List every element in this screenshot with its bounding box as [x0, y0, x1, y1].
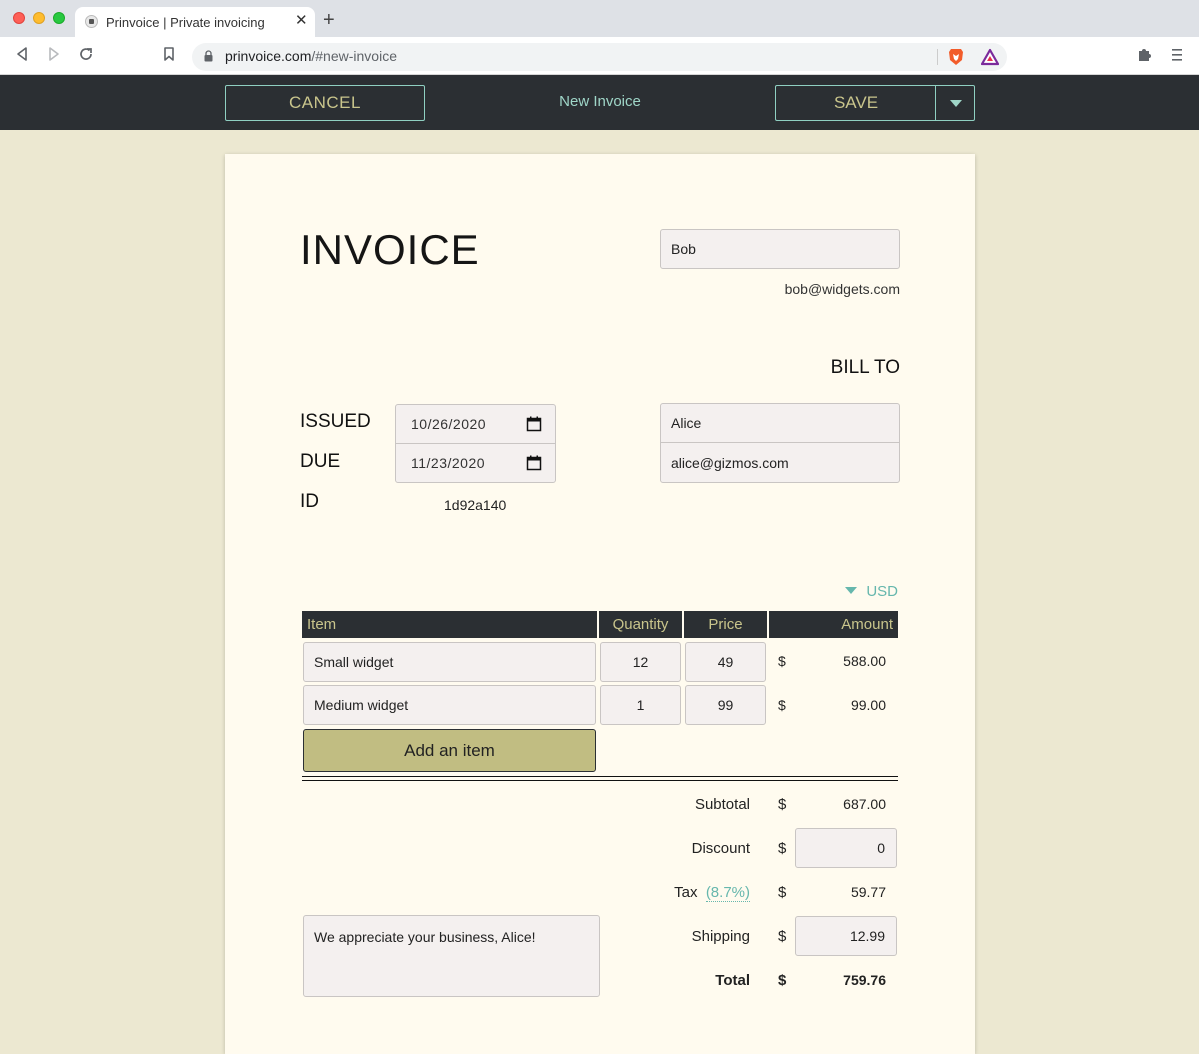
window-close-button[interactable] — [13, 12, 25, 24]
discount-label: Discount — [691, 840, 750, 857]
item-amount: 588.00 — [843, 653, 886, 669]
column-header-item: Item — [302, 611, 597, 638]
currency-symbol: $ — [778, 972, 787, 989]
new-tab-icon[interactable]: + — [323, 10, 335, 30]
sender-name-field[interactable]: Bob — [660, 229, 900, 269]
favicon-icon — [85, 15, 98, 28]
url-text: prinvoice.com/#new-invoice — [225, 48, 397, 64]
browser-toolbar: prinvoice.com/#new-invoice — [0, 37, 1199, 75]
tax-value: 59.77 — [850, 884, 886, 900]
column-header-amount: Amount — [769, 611, 898, 638]
discount-input[interactable]: 0 — [795, 828, 897, 868]
browser-tab[interactable]: Prinvoice | Private invoicing ✕ — [75, 7, 315, 37]
divider — [302, 780, 898, 781]
tab-close-icon[interactable]: ✕ — [295, 13, 308, 29]
id-label: ID — [300, 491, 319, 512]
shipping-label: Shipping — [691, 928, 750, 945]
currency-symbol: $ — [778, 884, 787, 901]
currency-selector[interactable]: USD — [845, 583, 898, 600]
invoice-id: 1d92a140 — [444, 497, 507, 513]
address-bar[interactable]: prinvoice.com/#new-invoice — [192, 43, 1007, 71]
invoice-sheet: INVOICE Bob bob@widgets.com BILL TO ISSU… — [225, 154, 975, 1054]
calendar-icon[interactable] — [526, 416, 542, 432]
divider — [302, 776, 898, 777]
add-item-button[interactable]: Add an item — [303, 729, 596, 772]
bill-to-label: BILL TO — [830, 357, 900, 378]
tax-label: Tax (8.7%) — [674, 884, 750, 902]
issued-label: ISSUED — [300, 411, 371, 432]
subtotal-value: 687.00 — [843, 796, 886, 812]
forward-icon[interactable] — [44, 46, 64, 66]
reload-icon[interactable] — [76, 46, 96, 66]
item-quantity-input[interactable]: 1 — [600, 685, 681, 725]
browser-tab-bar: Prinvoice | Private invoicing ✕ + — [0, 0, 1199, 37]
issued-date-input[interactable]: 10/26/2020 — [395, 404, 556, 444]
window-zoom-button[interactable] — [53, 12, 65, 24]
app-header: CANCEL New Invoice SAVE — [0, 75, 1199, 130]
page-title: New Invoice — [559, 93, 641, 110]
item-amount: 99.00 — [850, 697, 886, 713]
lock-icon — [204, 50, 213, 62]
total-label: Total — [715, 972, 750, 989]
currency-symbol: $ — [778, 653, 786, 669]
brave-rewards-icon[interactable] — [981, 48, 999, 66]
column-header-quantity: Quantity — [599, 611, 682, 638]
sender-email[interactable]: bob@widgets.com — [785, 281, 900, 297]
browser-menu-icon[interactable] — [1170, 46, 1184, 64]
item-name-input[interactable]: Medium widget — [303, 685, 596, 725]
bookmark-icon[interactable] — [159, 46, 179, 66]
tax-rate-link[interactable]: (8.7%) — [705, 884, 750, 902]
due-date-input[interactable]: 11/23/2020 — [395, 443, 556, 483]
chevron-down-icon — [845, 587, 858, 594]
tab-title: Prinvoice | Private invoicing — [106, 15, 265, 30]
calendar-icon[interactable] — [526, 455, 542, 471]
client-email-field[interactable]: alice@gizmos.com — [660, 442, 900, 483]
item-name-input[interactable]: Small widget — [303, 642, 596, 682]
chevron-down-icon — [950, 100, 962, 107]
back-icon[interactable] — [12, 46, 32, 66]
invoice-heading: INVOICE — [300, 226, 480, 273]
address-bar-divider — [937, 49, 938, 65]
currency-symbol: $ — [778, 840, 787, 857]
column-header-price: Price — [684, 611, 767, 638]
cancel-button[interactable]: CANCEL — [225, 85, 425, 121]
currency-symbol: $ — [778, 697, 786, 713]
shipping-input[interactable]: 12.99 — [795, 916, 897, 956]
item-quantity-input[interactable]: 12 — [600, 642, 681, 682]
item-price-input[interactable]: 49 — [685, 642, 766, 682]
currency-symbol: $ — [778, 796, 787, 813]
client-name-field[interactable]: Alice — [660, 403, 900, 443]
currency-symbol: $ — [778, 928, 787, 945]
save-button[interactable]: SAVE — [775, 85, 936, 121]
subtotal-label: Subtotal — [694, 796, 750, 813]
window-minimize-button[interactable] — [33, 12, 45, 24]
due-label: DUE — [300, 451, 341, 472]
total-value: 759.76 — [843, 972, 886, 988]
item-price-input[interactable]: 99 — [685, 685, 766, 725]
extensions-icon[interactable] — [1137, 46, 1153, 62]
invoice-note-textarea[interactable]: We appreciate your business, Alice! — [303, 915, 600, 997]
save-options-button[interactable] — [935, 85, 975, 121]
brave-shields-icon[interactable] — [948, 48, 964, 66]
